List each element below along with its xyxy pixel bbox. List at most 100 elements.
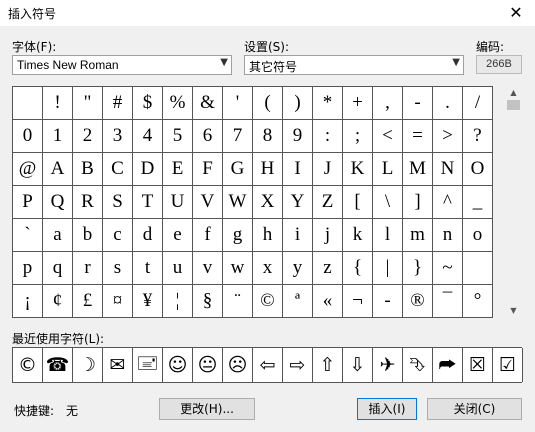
symbol-cell[interactable]: ¤ [103, 285, 133, 318]
symbol-cell[interactable]: ¥ [133, 285, 163, 318]
symbol-cell[interactable]: O [463, 153, 493, 186]
symbol-cell[interactable]: @ [13, 153, 43, 186]
symbol-cell[interactable]: 9 [283, 120, 313, 153]
symbol-cell[interactable]: b [73, 219, 103, 252]
symbol-cell[interactable]: 7 [223, 120, 253, 153]
symbol-cell[interactable]: T [133, 186, 163, 219]
symbol-cell[interactable]: W [223, 186, 253, 219]
symbol-cell[interactable]: R [73, 186, 103, 219]
symbol-cell[interactable]: 1 [43, 120, 73, 153]
symbol-cell[interactable]: + [343, 87, 373, 120]
symbol-cell[interactable]: [ [343, 186, 373, 219]
symbol-cell[interactable]: G [223, 153, 253, 186]
symbol-cell[interactable]: " [73, 87, 103, 120]
symbol-cell[interactable]: w [223, 252, 253, 285]
symbol-cell[interactable]: V [193, 186, 223, 219]
symbol-cell[interactable]: © [253, 285, 283, 318]
symbol-cell[interactable]: u [163, 252, 193, 285]
symbol-cell[interactable]: h [253, 219, 283, 252]
symbol-cell[interactable]: ¨ [223, 285, 253, 318]
scroll-thumb[interactable] [507, 100, 520, 110]
symbol-cell[interactable]: 8 [253, 120, 283, 153]
symbol-cell[interactable]: q [43, 252, 73, 285]
recent-symbol-cell[interactable]: ⇧ [313, 348, 343, 382]
symbol-cell[interactable]: A [43, 153, 73, 186]
symbol-cell[interactable]: p [13, 252, 43, 285]
recent-symbol-cell[interactable]: ✉ [103, 348, 133, 382]
symbol-cell[interactable]: F [193, 153, 223, 186]
recent-symbol-cell[interactable]: ⇨ [283, 348, 313, 382]
symbol-cell[interactable]: ; [343, 120, 373, 153]
symbol-cell[interactable]: H [253, 153, 283, 186]
symbol-cell[interactable]: * [313, 87, 343, 120]
symbol-cell[interactable]: ¯ [433, 285, 463, 318]
symbol-cell[interactable]: ~ [433, 252, 463, 285]
symbol-cell[interactable]: a [43, 219, 73, 252]
symbol-cell[interactable]: ' [223, 87, 253, 120]
symbol-cell[interactable]: C [103, 153, 133, 186]
symbol-cell[interactable]: & [193, 87, 223, 120]
symbol-cell[interactable]: ^ [433, 186, 463, 219]
symbol-cell[interactable]: > [433, 120, 463, 153]
symbol-cell[interactable]: ¢ [43, 285, 73, 318]
scroll-down-icon[interactable]: ▼ [505, 304, 522, 318]
symbol-cell[interactable]: k [343, 219, 373, 252]
symbol-cell[interactable]: g [223, 219, 253, 252]
symbol-cell[interactable]: Q [43, 186, 73, 219]
symbol-cell[interactable]: # [103, 87, 133, 120]
symbol-cell[interactable]: K [343, 153, 373, 186]
symbol-grid-scrollbar[interactable]: ▲ ▼ [505, 86, 522, 318]
symbol-cell[interactable]: _ [463, 186, 493, 219]
font-dropdown[interactable]: Times New Roman ▼ [12, 55, 232, 75]
symbol-cell[interactable]: ° [463, 285, 493, 318]
symbol-cell[interactable]: m [403, 219, 433, 252]
symbol-cell[interactable]: ¬ [343, 285, 373, 318]
symbol-cell[interactable]: 2 [73, 120, 103, 153]
symbol-cell[interactable] [463, 252, 493, 285]
symbol-cell[interactable]: n [433, 219, 463, 252]
symbol-cell[interactable]: 3 [103, 120, 133, 153]
symbol-cell[interactable]: L [373, 153, 403, 186]
recent-symbol-cell[interactable]: ⮷ [403, 348, 433, 382]
symbol-cell[interactable]: J [313, 153, 343, 186]
symbol-cell[interactable]: ! [43, 87, 73, 120]
symbol-cell[interactable]: t [133, 252, 163, 285]
close-icon[interactable]: ✕ [503, 2, 529, 24]
symbol-cell[interactable]: B [73, 153, 103, 186]
symbol-cell[interactable]: S [103, 186, 133, 219]
recent-symbol-cell[interactable]: ☽ [73, 348, 103, 382]
symbol-cell[interactable]: ® [403, 285, 433, 318]
symbol-cell[interactable]: X [253, 186, 283, 219]
recent-symbol-cell[interactable]: ⮫ [433, 348, 463, 382]
scroll-up-icon[interactable]: ▲ [505, 86, 522, 100]
recent-symbol-cell[interactable]: ☑ [493, 348, 523, 382]
symbol-cell[interactable]: 5 [163, 120, 193, 153]
symbol-cell[interactable] [13, 87, 43, 120]
symbol-cell[interactable]: , [373, 87, 403, 120]
symbol-cell[interactable]: < [373, 120, 403, 153]
symbol-cell[interactable]: ? [463, 120, 493, 153]
symbol-cell[interactable]: ` [13, 219, 43, 252]
symbol-cell[interactable]: ª [283, 285, 313, 318]
symbol-cell[interactable]: 0 [13, 120, 43, 153]
symbol-cell[interactable]: | [373, 252, 403, 285]
symbol-cell[interactable]: x [253, 252, 283, 285]
recent-symbol-cell[interactable]: ☺ [163, 348, 193, 382]
symbol-cell[interactable]: M [403, 153, 433, 186]
recent-symbol-cell[interactable]: ☹ [223, 348, 253, 382]
symbol-cell[interactable]: 4 [133, 120, 163, 153]
symbol-cell[interactable]: D [133, 153, 163, 186]
symbol-cell[interactable]: f [193, 219, 223, 252]
close-button[interactable]: 关闭(C) [427, 398, 522, 420]
recent-symbol-cell[interactable]: ☒ [463, 348, 493, 382]
symbol-cell[interactable]: . [433, 87, 463, 120]
symbol-cell[interactable]: 6 [193, 120, 223, 153]
recent-symbol-cell[interactable]: ☎ [43, 348, 73, 382]
recent-symbol-cell[interactable]: 😐 [193, 348, 223, 382]
symbol-cell[interactable]: d [133, 219, 163, 252]
symbol-cell[interactable]: Y [283, 186, 313, 219]
symbol-cell[interactable]: c [103, 219, 133, 252]
symbol-cell[interactable]: ] [403, 186, 433, 219]
symbol-cell[interactable]: z [313, 252, 343, 285]
symbol-cell[interactable]: y [283, 252, 313, 285]
